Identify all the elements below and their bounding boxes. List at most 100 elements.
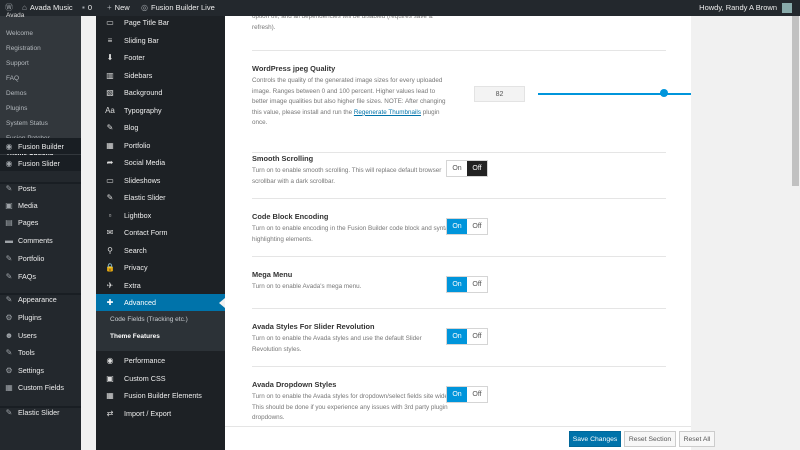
- user-account-link[interactable]: Howdy, Randy A Brown: [699, 0, 792, 16]
- pages-icon: ▤: [5, 217, 13, 227]
- options-tab-footer[interactable]: ⬇ Footer: [96, 49, 225, 66]
- sidebar-item-fusion-builder[interactable]: ◉ Fusion Builder: [0, 138, 81, 154]
- submenu-demos[interactable]: Demos: [6, 90, 27, 97]
- jpeg-quality-slider-handle[interactable]: [660, 89, 669, 97]
- options-tab-social-media[interactable]: ➦ Social Media: [96, 154, 225, 171]
- submenu-system-status[interactable]: System Status: [6, 120, 48, 127]
- sidebar-item-appearance[interactable]: ✎ Appearance: [0, 291, 81, 307]
- options-tab-label: Privacy: [124, 263, 148, 272]
- avada-menu-label[interactable]: Avada: [6, 12, 24, 19]
- options-tab-custom-css[interactable]: ▣ Custom CSS: [96, 370, 225, 387]
- sidebar-item-portfolio[interactable]: ✎ Portfolio: [0, 250, 81, 266]
- submenu-code-fields[interactable]: Code Fields (Tracking etc.): [110, 316, 188, 323]
- divider: [252, 152, 666, 153]
- regenerate-thumbnails-link[interactable]: Regenerate Thumbnails: [354, 109, 421, 116]
- toggle-on-option[interactable]: On: [447, 219, 467, 234]
- toggle-off-option[interactable]: Off: [467, 277, 487, 292]
- options-tab-page-title-bar[interactable]: ▭ Page Title Bar: [96, 14, 225, 31]
- blog-icon: ✎: [106, 123, 114, 132]
- lock-icon: 🔒: [105, 263, 115, 272]
- options-tab-label: Extra: [124, 280, 141, 290]
- reset-section-button[interactable]: Reset Section: [624, 431, 676, 447]
- sidebar-item-posts[interactable]: ✎ Posts: [0, 180, 81, 196]
- extra-icon: ✈: [106, 280, 114, 290]
- site-name-link[interactable]: ⌂ Avada Music: [22, 0, 73, 16]
- sidebars-icon: ▥: [106, 70, 114, 80]
- users-icon: ☻: [4, 330, 14, 340]
- submenu-welcome[interactable]: Welcome: [6, 30, 33, 37]
- options-tab-performance[interactable]: ◉ Performance: [96, 352, 225, 369]
- sidebar-item-users[interactable]: ☻ Users: [0, 327, 81, 343]
- options-tab-lightbox[interactable]: ▫ Lightbox: [96, 207, 225, 224]
- options-tab-background[interactable]: ▧ Background: [96, 84, 225, 101]
- submenu-registration[interactable]: Registration: [6, 45, 41, 52]
- sidebar-item-tools[interactable]: ✎ Tools: [0, 344, 81, 360]
- sidebar-item-pages[interactable]: ▤ Pages: [0, 214, 81, 230]
- scrollbar-thumb[interactable]: [792, 16, 799, 186]
- tools-icon: ✎: [5, 347, 13, 357]
- sidebar-item-plugins[interactable]: ⚙ Plugins: [0, 309, 81, 325]
- sidebar-item-label: Fusion Slider: [18, 158, 60, 168]
- sidebar-item-label: Fusion Builder: [18, 141, 64, 151]
- options-tab-blog[interactable]: ✎ Blog: [96, 119, 225, 136]
- sidebar-item-media[interactable]: ▣ Media: [0, 197, 81, 213]
- toggle-off-option[interactable]: Off: [467, 329, 487, 344]
- toggle-off-option[interactable]: Off: [467, 161, 487, 176]
- save-changes-button[interactable]: Save Changes: [569, 431, 621, 447]
- media-icon: ▣: [5, 200, 13, 210]
- sidebar-item-label: Media: [18, 200, 38, 210]
- jpeg-quality-slider-track[interactable]: [538, 93, 691, 95]
- avada-dropdown-styles-toggle[interactable]: On Off: [446, 386, 488, 403]
- toggle-off-option[interactable]: Off: [467, 219, 487, 234]
- sidebar-item-custom-fields[interactable]: ▦ Custom Fields: [0, 379, 81, 395]
- smooth-scrolling-toggle[interactable]: On Off: [446, 160, 488, 177]
- elastic-slider-icon: ✎: [5, 407, 13, 417]
- jpeg-quality-input[interactable]: 82: [474, 86, 525, 102]
- sidebar-item-fusion-slider[interactable]: ◉ Fusion Slider: [0, 155, 81, 171]
- options-tab-search[interactable]: ⚲ Search: [96, 242, 225, 259]
- pushpin-icon: ✎: [5, 183, 13, 193]
- options-tab-privacy[interactable]: 🔒 Privacy: [96, 259, 225, 276]
- setting-description: option off, and all dependencies will be…: [252, 16, 433, 31]
- comments-link[interactable]: ▪ 0: [82, 0, 92, 16]
- divider: [252, 256, 666, 257]
- submenu-faq[interactable]: FAQ: [6, 75, 19, 82]
- avada-styles-for-slider-revolution-toggle[interactable]: On Off: [446, 328, 488, 345]
- plugins-icon: ⚙: [5, 312, 13, 322]
- toggle-on-option[interactable]: On: [447, 277, 467, 292]
- options-tab-fusion-builder-elements[interactable]: ▦ Fusion Builder Elements: [96, 387, 225, 404]
- sidebar-item-elastic-slider[interactable]: ✎ Elastic Slider: [0, 404, 81, 420]
- options-tab-sliding-bar[interactable]: ≡ Sliding Bar: [96, 32, 225, 49]
- options-tab-advanced[interactable]: ✚ Advanced: [96, 294, 225, 311]
- toggle-off-option[interactable]: Off: [467, 387, 487, 402]
- setting-description: Turn on to enable Avada's mega menu.: [252, 283, 362, 290]
- submenu-plugins[interactable]: Plugins: [6, 105, 27, 112]
- search-icon: ⚲: [107, 245, 113, 255]
- reset-all-button[interactable]: Reset All: [679, 431, 715, 447]
- options-tab-contact-form[interactable]: ✉ Contact Form: [96, 224, 225, 241]
- sidebar-item-label: Settings: [18, 365, 44, 375]
- submenu-theme-features[interactable]: Theme Features: [110, 333, 160, 340]
- options-tab-extra[interactable]: ✈ Extra: [96, 277, 225, 294]
- submenu-support[interactable]: Support: [6, 60, 29, 67]
- options-tab-import-export[interactable]: ⇄ Import / Export: [96, 405, 225, 422]
- options-tab-typography[interactable]: Aa Typography: [96, 102, 225, 119]
- code-block-encoding-toggle[interactable]: On Off: [446, 218, 488, 235]
- options-tab-elastic-slider[interactable]: ✎ Elastic Slider: [96, 189, 225, 206]
- options-tab-label: Lightbox: [124, 210, 152, 220]
- page-scrollbar[interactable]: [791, 16, 800, 450]
- options-tab-slideshows[interactable]: ▭ Slideshows: [96, 172, 225, 189]
- options-tab-sidebars[interactable]: ▥ Sidebars: [96, 67, 225, 84]
- mega-menu-toggle[interactable]: On Off: [446, 276, 488, 293]
- toggle-on-option[interactable]: On: [447, 161, 467, 176]
- sidebar-item-label: Tools: [18, 347, 35, 357]
- share-icon: ➦: [106, 158, 114, 167]
- sliding-bar-icon: ≡: [107, 35, 113, 45]
- toggle-on-option[interactable]: On: [447, 387, 467, 402]
- sidebar-item-comments[interactable]: ▬ Comments: [0, 232, 81, 248]
- toggle-on-option[interactable]: On: [447, 329, 467, 344]
- sidebar-item-faqs[interactable]: ✎ FAQs: [0, 268, 81, 284]
- options-tab-portfolio[interactable]: ▦ Portfolio: [96, 137, 225, 154]
- options-tab-label: Contact Form: [124, 228, 168, 237]
- sidebar-item-settings[interactable]: ⚙ Settings: [0, 362, 81, 378]
